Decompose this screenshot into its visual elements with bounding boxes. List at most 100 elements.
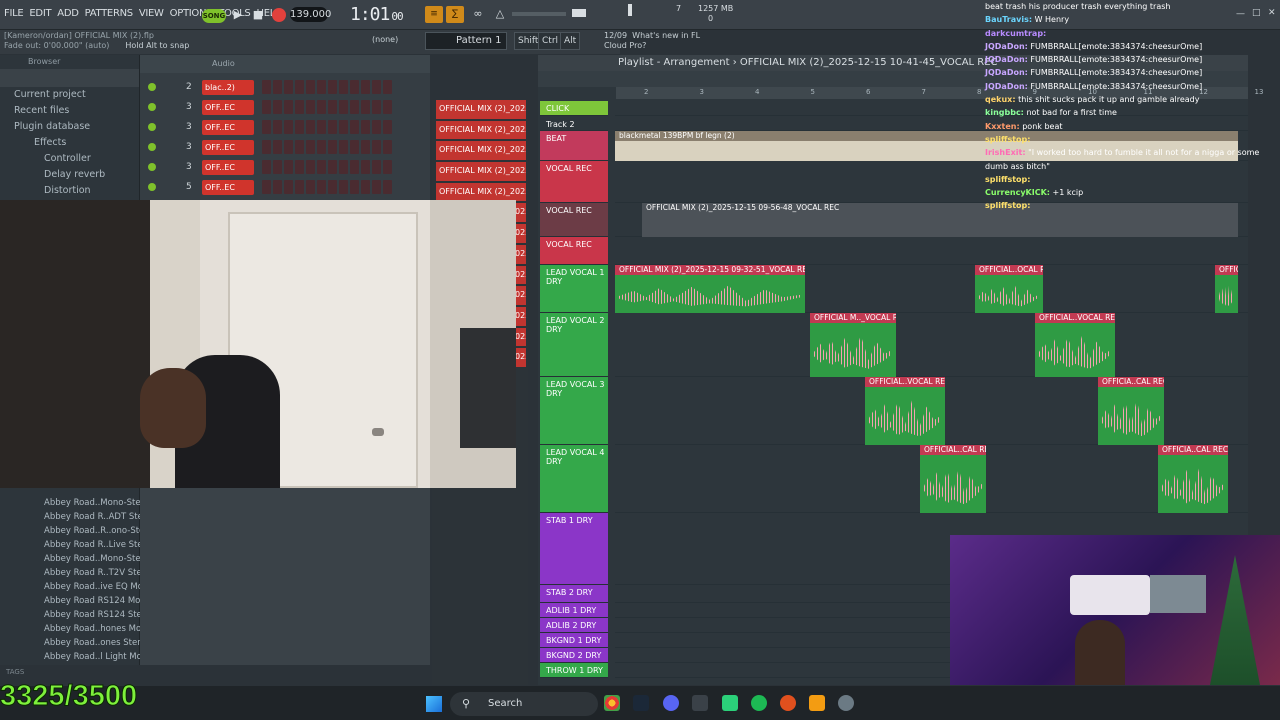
step-sequencer[interactable] (262, 140, 392, 154)
preset-item[interactable]: Abbey Road..Mono-Stereo (0, 496, 154, 510)
chat-username[interactable]: JQDaDon: (985, 82, 1028, 91)
chat-username[interactable]: JQDaDon: (985, 42, 1028, 51)
menu-add[interactable]: ADD (57, 8, 79, 19)
metronome-icon[interactable]: △ (492, 6, 508, 22)
chat-username[interactable]: spliffstop: (985, 201, 1030, 210)
chat-username[interactable]: qekux: (985, 95, 1016, 104)
pattern-selector[interactable]: Pattern 1 (425, 32, 507, 50)
preset-item[interactable]: Abbey Road R..ADT Stereo (0, 510, 157, 524)
pattern-song-toggle[interactable]: ≡ (425, 6, 443, 23)
chat-username[interactable]: BauTravis: (985, 15, 1032, 24)
settings-icon[interactable] (838, 695, 854, 711)
spotify-icon[interactable] (751, 695, 767, 711)
track-header[interactable]: STAB 1 DRY (540, 513, 608, 585)
news-panel[interactable]: 12/09 What's new in FL Cloud Pro? (604, 31, 700, 51)
preset-item[interactable]: Abbey Road..R..ono-Stereo (0, 524, 158, 538)
track-header[interactable]: LEAD VOCAL 4 DRY (540, 445, 608, 513)
track-header[interactable]: CLICK (540, 101, 608, 116)
channel-name[interactable]: OFF..EC (202, 159, 254, 175)
mute-led[interactable] (148, 163, 156, 171)
preset-item[interactable]: Abbey Road RS124 Mono (0, 594, 151, 608)
step-sequencer[interactable] (262, 160, 392, 174)
track-header[interactable]: VOCAL REC (540, 161, 608, 203)
chat-username[interactable]: darkcumtrap: (985, 29, 1046, 38)
record-button[interactable] (272, 8, 286, 22)
song-mode-button[interactable]: SONG (202, 9, 226, 23)
maximize-icon[interactable]: □ (1252, 8, 1261, 18)
preset-item[interactable]: Abbey Road..hones Mono (0, 622, 152, 636)
track-header[interactable]: THROW 1 DRY (540, 663, 608, 678)
track-header[interactable]: VOCAL REC (540, 237, 608, 265)
taskbar-search[interactable]: Search (450, 692, 598, 716)
preset-item[interactable]: Abbey Road..ones Stereo (0, 636, 151, 650)
start-icon[interactable] (426, 696, 442, 712)
channel-row[interactable]: 3 OFF..EC (148, 157, 430, 177)
track-header[interactable]: BKGND 2 DRY (540, 648, 608, 663)
step-sequencer[interactable] (262, 120, 392, 134)
channel-row[interactable]: 3 OFF..EC (148, 97, 430, 117)
menu-file[interactable]: FILE (4, 8, 24, 19)
browser-item-recent-files[interactable]: Recent files (0, 103, 139, 119)
track-header[interactable]: LEAD VOCAL 2 DRY (540, 313, 608, 377)
browser-item-controller[interactable]: Controller (0, 151, 139, 167)
step-sequencer[interactable] (262, 80, 392, 94)
chat-username[interactable]: CurrencyKICK: (985, 188, 1050, 197)
channel-name[interactable]: OFF..EC (202, 99, 254, 115)
track-header[interactable]: Track 2 (540, 117, 608, 131)
track-header[interactable]: ADLIB 1 DRY (540, 603, 608, 618)
close-icon[interactable]: ✕ (1268, 8, 1276, 18)
tempo-display[interactable]: 139.000 (290, 7, 331, 22)
browser-item-delay-reverb[interactable]: Delay reverb (0, 167, 139, 183)
mute-led[interactable] (148, 103, 156, 111)
preset-item[interactable]: Abbey Road R..T2V Stereo (0, 566, 155, 580)
channel-name[interactable]: OFF..EC (202, 119, 254, 135)
preset-item[interactable]: Abbey Road..l Light Mono (0, 650, 152, 664)
obs-icon[interactable] (722, 695, 738, 711)
channel-row[interactable]: 3 OFF..EC (148, 117, 430, 137)
snap-selector[interactable]: (none) (372, 35, 398, 44)
chat-username[interactable]: IrishExit: (985, 148, 1026, 157)
menu-edit[interactable]: EDIT (29, 8, 51, 19)
steam-icon[interactable] (633, 695, 649, 711)
pattern-item[interactable]: OFFICIAL MIX (2)_2025-1.. (436, 100, 526, 121)
track-header[interactable]: BEAT (540, 131, 608, 161)
audio-clip[interactable]: OFFICIAL M.._VOCAL REC (810, 313, 896, 377)
master-volume-knob[interactable] (572, 9, 586, 17)
chat-username[interactable]: JQDaDon: (985, 55, 1028, 64)
mute-led[interactable] (148, 183, 156, 191)
wait-icon[interactable]: ∞ (470, 6, 486, 22)
audio-clip[interactable]: OFFICIA..CAL REC (1158, 445, 1228, 513)
mute-led[interactable] (148, 143, 156, 151)
track-header[interactable]: LEAD VOCAL 1 DRY (540, 265, 608, 313)
mute-led[interactable] (148, 83, 156, 91)
preset-item[interactable]: Abbey Road..Mono-Stereo (0, 552, 154, 566)
audio-clip[interactable]: OFFICIAL..VOCAL REC (1035, 313, 1115, 377)
chat-username[interactable]: spliffstop: (985, 135, 1030, 144)
track-header[interactable]: VOCAL REC (540, 203, 608, 237)
track-header[interactable]: STAB 2 DRY (540, 585, 608, 603)
audio-clip[interactable]: OFFICIA..CAL REC (1098, 377, 1164, 445)
chrome-icon[interactable] (604, 695, 620, 711)
audio-clip[interactable]: OFFICIAL..CAL REC (920, 445, 986, 513)
alt-key-button[interactable]: Alt (560, 32, 581, 50)
track-lane[interactable] (615, 313, 1248, 377)
channel-name[interactable]: OFF..EC (202, 179, 254, 195)
chat-username[interactable]: JQDaDon: (985, 68, 1028, 77)
brave-icon[interactable] (780, 695, 796, 711)
menu-patterns[interactable]: PATTERNS (85, 8, 134, 19)
chat-username[interactable]: Kxxten: (985, 122, 1020, 131)
track-lane[interactable] (615, 237, 1248, 265)
preset-item[interactable]: Abbey Road..ive EQ Mono (0, 580, 154, 594)
stop-icon[interactable]: ■ (250, 7, 266, 23)
app-icon[interactable] (692, 695, 708, 711)
pattern-item[interactable]: OFFICIAL MIX (2)_2025-1.. (436, 162, 526, 183)
preset-item[interactable]: Abbey Road R..Live Stereo (0, 538, 156, 552)
track-header[interactable]: BKGND 1 DRY (540, 633, 608, 648)
mute-led[interactable] (148, 123, 156, 131)
audio-clip[interactable]: OFFICIAL..OCAL REC (975, 265, 1043, 313)
channel-name[interactable]: OFF..EC (202, 139, 254, 155)
master-pitch-slider[interactable] (512, 12, 566, 16)
discord-icon[interactable] (663, 695, 679, 711)
channel-row[interactable]: 2 blac..2) (148, 77, 430, 97)
channel-name[interactable]: blac..2) (202, 79, 254, 95)
